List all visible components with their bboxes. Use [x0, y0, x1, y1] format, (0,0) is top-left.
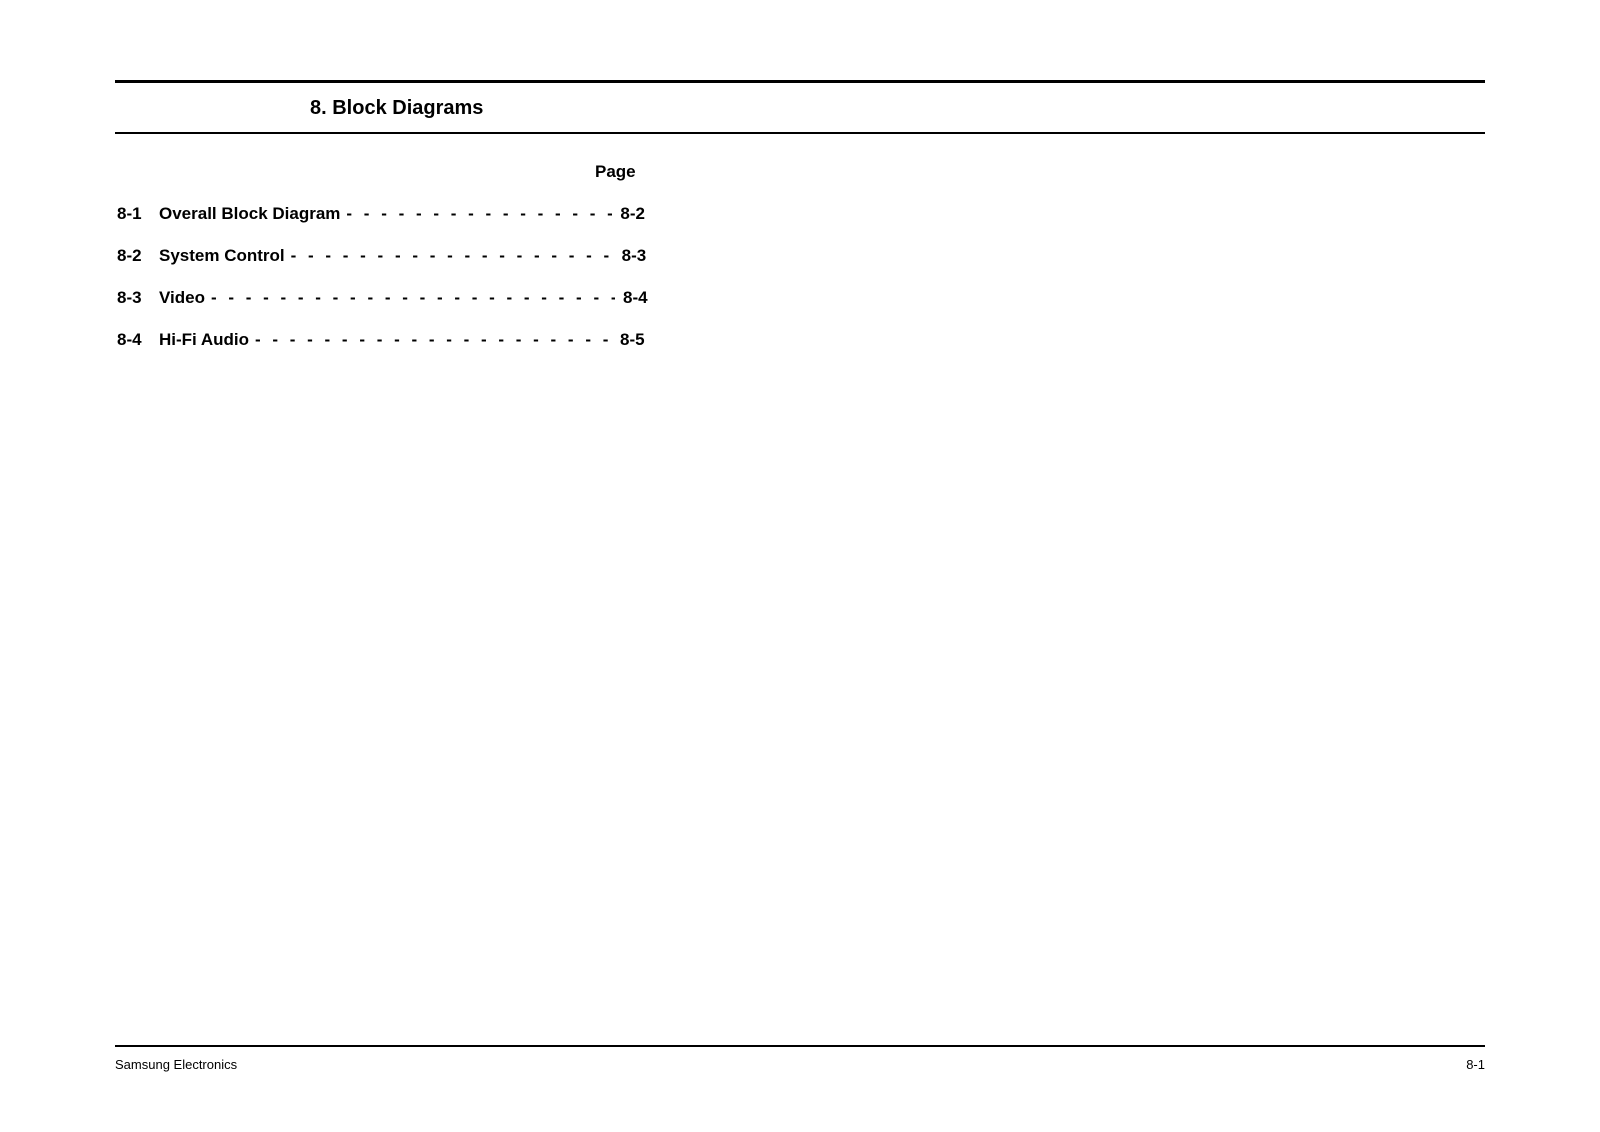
toc-entry: 8-1 Overall Block Diagram - - - - - - - …: [117, 204, 1485, 224]
toc-entry-page: 8-2: [620, 204, 668, 224]
toc-entry-title: System Control: [159, 246, 285, 266]
toc-entry-leader: - - - - - - - - - - - - - - - - - - - - …: [205, 288, 615, 308]
page-container: 8. Block Diagrams Page 8-1 Overall Block…: [0, 0, 1600, 1132]
footer-page-number: 8-1: [1466, 1057, 1485, 1072]
toc-entry: 8-3 Video - - - - - - - - - - - - - - - …: [117, 288, 1485, 308]
toc-entry-num: 8-3: [117, 288, 159, 308]
toc-entry-num: 8-4: [117, 330, 159, 350]
footer-company: Samsung Electronics: [115, 1057, 237, 1072]
toc-entry-title: Hi-Fi Audio: [159, 330, 249, 350]
toc-entry: 8-2 System Control - - - - - - - - - - -…: [117, 246, 1485, 266]
chapter-header: 8. Block Diagrams: [115, 91, 1485, 134]
toc-entry-leader: - - - - - - - - - - - - - - - - - - - - …: [285, 246, 614, 266]
toc-entry-leader: - - - - - - - - - - - - - - - - - - - - …: [249, 330, 612, 350]
toc-entry-num: 8-2: [117, 246, 159, 266]
toc-entry: 8-4 Hi-Fi Audio - - - - - - - - - - - - …: [117, 330, 1485, 350]
chapter-title: 8. Block Diagrams: [310, 97, 1485, 120]
toc-entry-leader: - - - - - - - - - - - - - - - - - - - - …: [340, 204, 612, 224]
toc-entry-page: 8-5: [620, 330, 668, 350]
toc-page-label: Page: [595, 162, 1485, 182]
toc-entry-page: 8-4: [623, 288, 671, 308]
table-of-contents: Page 8-1 Overall Block Diagram - - - - -…: [117, 162, 1485, 372]
toc-entry-title: Video: [159, 288, 205, 308]
toc-entry-title: Overall Block Diagram: [159, 204, 340, 224]
toc-entry-num: 8-1: [117, 204, 159, 224]
top-rule: [115, 80, 1485, 83]
page-footer: Samsung Electronics 8-1: [115, 1045, 1485, 1072]
toc-entry-page: 8-3: [622, 246, 670, 266]
